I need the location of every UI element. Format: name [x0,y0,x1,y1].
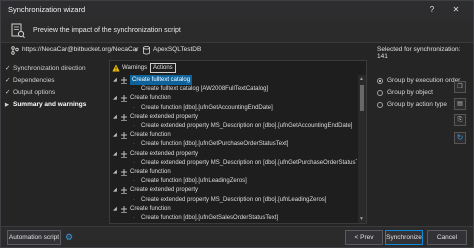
action-icon [121,187,127,195]
action-icon [121,132,127,139]
check-icon: ✓ [5,77,11,84]
script-preview-icon [11,23,25,39]
step-label: Output options [13,89,56,96]
current-step-icon: ▶ [5,102,9,108]
scroll-thumb[interactable] [360,85,364,111]
copy-icon[interactable]: ❐ [454,81,466,93]
step-sync-direction[interactable]: ✓ Synchronization direction [5,63,105,75]
action-icon [121,77,127,84]
header-text: Preview the impact of the synchronizatio… [33,27,181,34]
actions-panel: Warnings Actions ◢ Create fulltext catalo… [109,60,367,224]
source-url: https://NecaCar@bitbucket.org/NecaCar [22,46,139,53]
refresh-icon[interactable]: ↻ [454,132,466,144]
option-label: Group by object [387,89,433,96]
step-label: Synchronization direction [13,65,86,72]
target-database: ApexSQLTestDB [153,46,202,53]
child-bullet-icon: · [133,215,135,221]
save-icon[interactable]: ▤ [454,98,466,110]
radio-icon [377,90,383,96]
title-bar: Synchronization wizard ? ✕ [1,1,473,19]
cancel-button[interactable]: Cancel [427,230,467,245]
scroll-down-icon[interactable]: ▼ [359,216,364,222]
selected-count: Selected for synchronization: 141 [377,46,461,60]
database-icon [143,46,150,55]
automation-script-button[interactable]: Automation script [7,230,61,245]
prev-button[interactable]: < Prev [345,230,383,245]
step-output-options[interactable]: ✓ Output options [5,87,105,99]
tree-scrollbar[interactable]: ▲ ▼ [358,75,366,223]
step-dependencies[interactable]: ✓ Dependencies [5,75,105,87]
option-label: Group by execution order [387,77,461,84]
step-label: Dependencies [13,77,55,84]
action-icon [121,95,127,103]
radio-icon [377,102,383,108]
actions-tree: ◢ Create fulltext catalog · Create fulltext… [111,75,357,223]
step-label: Summary and warnings [13,101,87,108]
action-icon [121,205,127,213]
tab-warnings[interactable]: Warnings [122,63,147,73]
tab-actions[interactable]: Actions [150,63,176,73]
action-icon [121,113,127,121]
action-icon [121,150,127,158]
action-icon [121,169,127,176]
help-button[interactable]: ? [425,3,439,17]
tree-child-row[interactable]: · Create function [dbo].[ufnGetSalesOrder… [111,213,357,223]
wizard-header: Preview the impact of the synchronizatio… [1,19,473,43]
option-label: Group by action type [387,101,447,108]
radio-selected-icon [377,78,383,84]
step-summary-warnings[interactable]: ▶ Summary and warnings [5,99,105,111]
window-title: Synchronization wizard [8,5,86,14]
direction-arrow-icon: › [135,45,138,54]
warning-icon [112,64,120,72]
export-icon[interactable]: ⎘ [454,114,466,126]
sync-wizard-window: Synchronization wizard ? ✕ Preview the i… [0,0,474,248]
scroll-up-icon[interactable]: ▲ [359,76,364,82]
wizard-footer: Automation script ⚙ < Prev Synchronize C… [1,226,473,247]
check-icon: ✓ [5,65,11,72]
git-repo-icon [11,46,19,55]
close-button[interactable]: ✕ [449,3,463,17]
check-icon: ✓ [5,89,11,96]
synchronize-button[interactable]: Synchronize [385,230,423,245]
wizard-steps: ✓ Synchronization direction ✓ Dependenci… [5,63,105,111]
settings-gear-icon[interactable]: ⚙ [65,231,73,243]
row-label: Create function [dbo].[ufnGetSalesOrderS… [141,215,279,221]
